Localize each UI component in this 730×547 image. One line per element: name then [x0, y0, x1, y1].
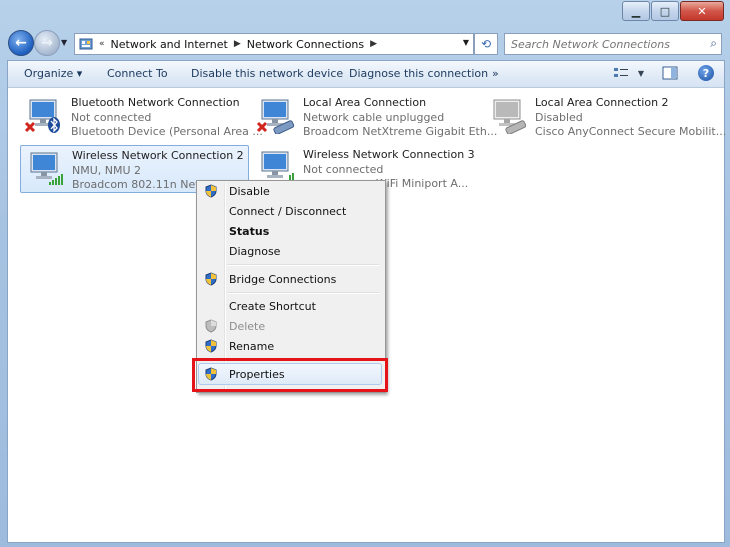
- menu-item-label: Rename: [229, 339, 275, 353]
- organize-button[interactable]: Organize ▾: [24, 67, 82, 80]
- forward-arrow-icon[interactable]: →: [34, 30, 60, 56]
- chevron-right-icon[interactable]: ▶: [370, 39, 377, 49]
- connection-text: Local Area Connection 2 Disabled Cisco A…: [535, 96, 726, 140]
- menu-item-diagnose[interactable]: Diagnose: [199, 241, 383, 261]
- connection-name: Bluetooth Network Connection: [71, 96, 240, 109]
- uac-shield-disabled-icon: [205, 319, 217, 333]
- breadcrumb: « Network and Internet ▶ Network Connect…: [79, 37, 377, 51]
- connection-device: Cisco AnyConnect Secure Mobilit...: [535, 125, 727, 138]
- refresh-icon[interactable]: ⟲: [474, 33, 498, 55]
- overflow-chevron-icon[interactable]: «: [99, 39, 105, 49]
- command-bar: Organize ▾ Connect To Disable this netwo…: [8, 61, 724, 88]
- disable-device-button[interactable]: Disable this network device: [191, 67, 343, 80]
- recent-pages-dropdown[interactable]: ▼: [61, 38, 67, 47]
- red-x-icon: [256, 121, 268, 133]
- breadcrumb-network-connections[interactable]: Network Connections: [247, 38, 364, 51]
- menu-item-label: Bridge Connections: [229, 272, 337, 286]
- connect-to-button[interactable]: Connect To: [107, 67, 168, 80]
- menu-item-label: Delete: [229, 319, 266, 333]
- connection-status: Disabled: [535, 110, 583, 124]
- preview-pane-icon[interactable]: [660, 64, 680, 82]
- menu-separator: [227, 292, 379, 294]
- signal-bars-icon: [49, 174, 63, 185]
- close-button[interactable]: ✕: [680, 1, 724, 21]
- address-bar[interactable]: « Network and Internet ▶ Network Connect…: [74, 33, 474, 55]
- change-view-icon[interactable]: [611, 64, 631, 82]
- connection-name: Local Area Connection 2: [535, 96, 669, 109]
- connection-local-area[interactable]: Local Area Connection Network cable unpl…: [252, 93, 497, 139]
- maximize-button[interactable]: □: [651, 1, 679, 21]
- connection-device: Broadcom NetXtreme Gigabit Eth...: [303, 125, 498, 138]
- connection-name: Local Area Connection: [303, 96, 427, 109]
- connection-bluetooth[interactable]: Bluetooth Network Connection Not connect…: [20, 93, 263, 139]
- menu-item-connect-disconnect[interactable]: Connect / Disconnect: [199, 201, 383, 221]
- diagnose-button[interactable]: Diagnose this connection: [349, 67, 488, 80]
- uac-shield-icon: [205, 184, 217, 198]
- search-box[interactable]: ⌕: [504, 33, 722, 55]
- menu-item-rename[interactable]: Rename: [199, 336, 383, 356]
- address-dropdown-icon[interactable]: ▼: [463, 38, 469, 47]
- back-arrow-icon[interactable]: ←: [8, 30, 34, 56]
- menu-item-disable[interactable]: Disable: [199, 181, 383, 201]
- title-bar: ▁ □ ✕: [0, 0, 730, 26]
- bluetooth-adapter-icon: [24, 99, 60, 133]
- menu-item-bridge-connections[interactable]: Bridge Connections: [199, 269, 383, 289]
- menu-item-label: Diagnose: [229, 244, 281, 258]
- connection-status: NMU, NMU 2: [72, 163, 142, 177]
- connection-name: Wireless Network Connection 2: [72, 149, 244, 162]
- navigation-bar: ← → ▼ « Network and Internet ▶ Network C…: [0, 26, 730, 60]
- view-dropdown-icon[interactable]: ▼: [631, 64, 651, 82]
- connection-local-area-2[interactable]: Local Area Connection 2 Disabled Cisco A…: [484, 93, 726, 139]
- help-icon[interactable]: ?: [698, 65, 714, 81]
- uac-shield-icon: [205, 272, 217, 286]
- menu-item-status[interactable]: Status: [199, 221, 383, 241]
- connection-text: Bluetooth Network Connection Not connect…: [71, 96, 263, 140]
- control-panel-icon: [79, 38, 93, 50]
- menu-item-label: Disable: [229, 184, 270, 198]
- connection-status: Not connected: [303, 162, 384, 176]
- connection-device: Bluetooth Device (Personal Area ...: [71, 125, 263, 138]
- search-input[interactable]: [509, 34, 703, 54]
- window-controls: ▁ □ ✕: [622, 1, 724, 21]
- ethernet-adapter-icon: [256, 99, 295, 134]
- search-icon[interactable]: ⌕: [710, 36, 717, 51]
- connection-status: Not connected: [71, 110, 152, 124]
- chevron-right-icon[interactable]: ▶: [234, 39, 241, 49]
- more-commands-button[interactable]: »: [492, 67, 499, 80]
- menu-item-create-shortcut[interactable]: Create Shortcut: [199, 296, 383, 316]
- menu-item-label: Status: [229, 224, 270, 238]
- menu-item-label: Connect / Disconnect: [229, 204, 347, 218]
- menu-item-label: Create Shortcut: [229, 299, 316, 313]
- breadcrumb-network-and-internet[interactable]: Network and Internet: [111, 38, 228, 51]
- ethernet-adapter-disabled-icon: [493, 99, 527, 134]
- uac-shield-icon: [205, 339, 217, 353]
- menu-separator: [227, 264, 379, 266]
- connection-status: Network cable unplugged: [303, 110, 445, 124]
- wireless-adapter-icon: [30, 152, 63, 185]
- highlight-box: [192, 358, 388, 392]
- connection-text: Local Area Connection Network cable unpl…: [303, 96, 497, 140]
- menu-item-delete: Delete: [199, 316, 383, 336]
- minimize-button[interactable]: ▁: [622, 1, 650, 21]
- connection-name: Wireless Network Connection 3: [303, 148, 475, 161]
- red-x-icon: [24, 121, 36, 133]
- explorer-window: ▁ □ ✕ ← → ▼ « Network and Internet ▶ Net…: [0, 0, 730, 547]
